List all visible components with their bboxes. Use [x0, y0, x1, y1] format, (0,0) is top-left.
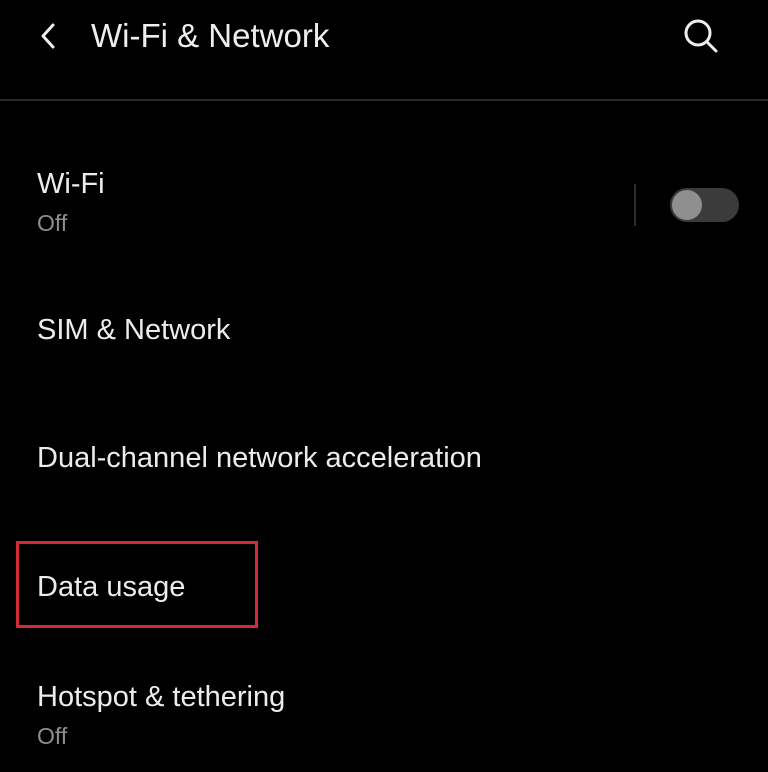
chevron-left-icon [41, 23, 55, 49]
hotspot-status: Off [37, 723, 68, 749]
item-divider [634, 184, 636, 226]
header-divider [0, 99, 768, 101]
page-title: Wi-Fi & Network [91, 17, 330, 54]
data-usage-title: Data usage [37, 571, 186, 603]
settings-screen: Wi-Fi & Network Wi-Fi Off SIM & Network … [0, 0, 768, 772]
wifi-toggle[interactable] [670, 188, 739, 222]
wifi-item[interactable]: Wi-Fi Off [0, 150, 768, 260]
hotspot-title: Hotspot & tethering [37, 681, 286, 713]
toggle-knob [672, 190, 702, 220]
search-icon [684, 19, 718, 53]
hotspot-tethering-item[interactable]: Hotspot & tethering Off [0, 666, 768, 766]
data-usage-item[interactable]: Data usage [0, 556, 768, 620]
wifi-status: Off [37, 210, 68, 236]
sim-network-title: SIM & Network [37, 314, 231, 346]
dual-channel-title: Dual-channel network acceleration [37, 442, 482, 474]
dual-channel-item[interactable]: Dual-channel network acceleration [0, 428, 768, 492]
search-button[interactable] [678, 14, 724, 58]
back-button[interactable] [26, 14, 70, 58]
sim-network-item[interactable]: SIM & Network [0, 300, 768, 364]
app-bar: Wi-Fi & Network [0, 0, 768, 101]
wifi-title: Wi-Fi [37, 168, 105, 200]
